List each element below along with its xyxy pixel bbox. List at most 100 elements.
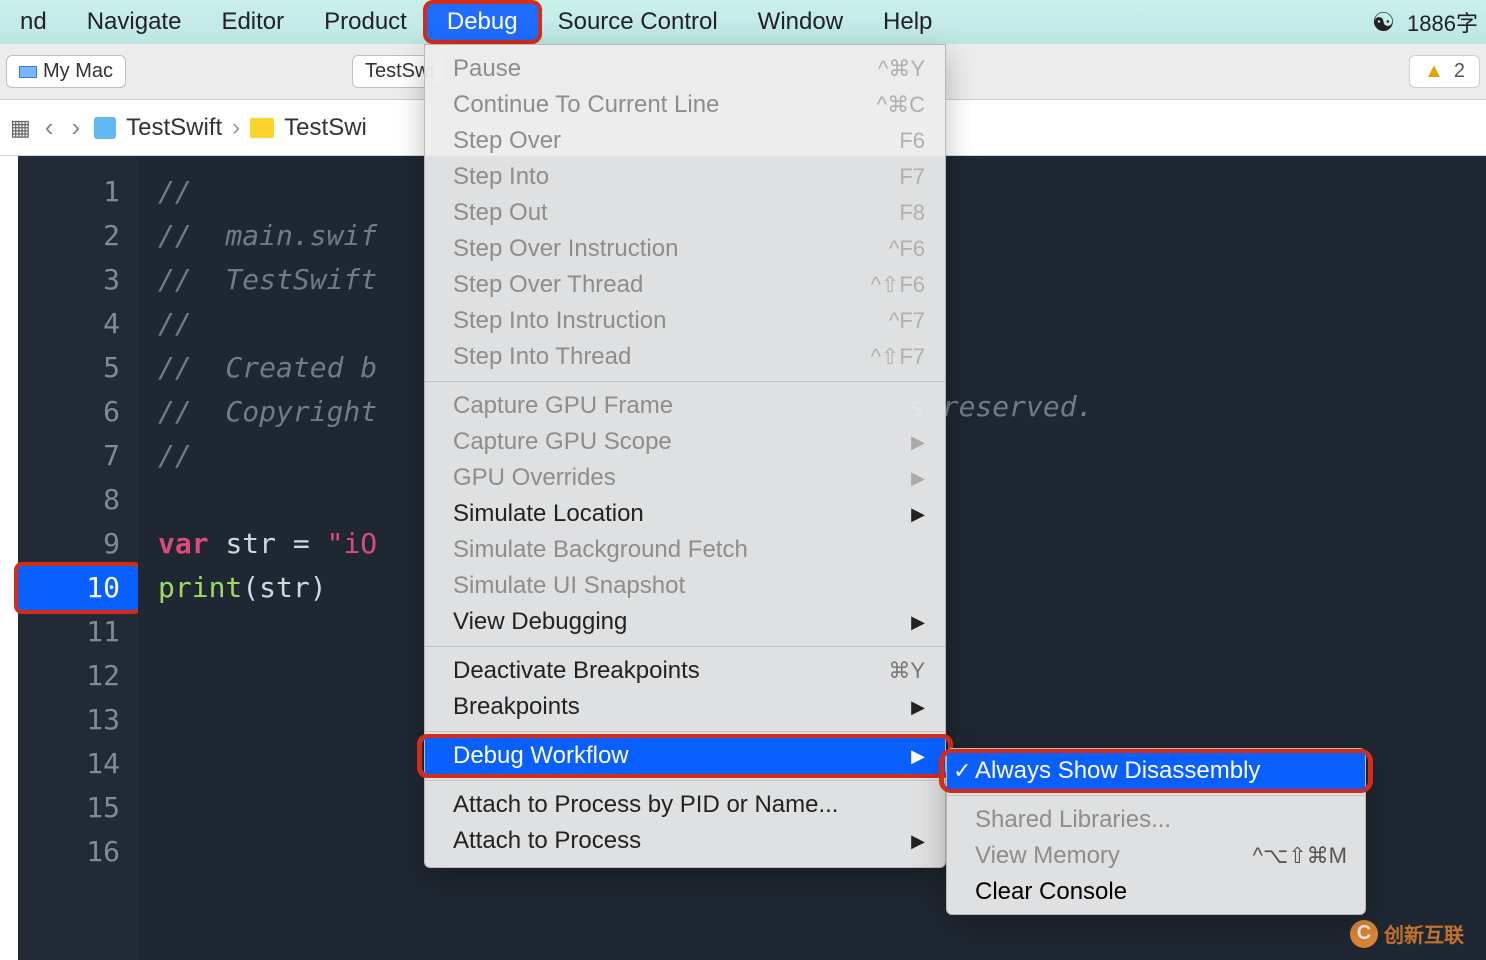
- line-number[interactable]: 11: [18, 610, 138, 654]
- line-number[interactable]: 3: [18, 258, 138, 302]
- check-icon: ✓: [953, 758, 971, 784]
- line-number[interactable]: 5: [18, 346, 138, 390]
- menubar-item-navigate[interactable]: Navigate: [67, 4, 202, 40]
- chevron-right-icon: ›: [232, 114, 240, 142]
- issue-status[interactable]: ▲ 2: [1409, 55, 1480, 88]
- menu-item-label: GPU Overrides: [453, 464, 901, 492]
- line-number[interactable]: 1: [18, 170, 138, 214]
- menu-item-capture-gpu-scope: Capture GPU Scope▶: [425, 424, 945, 460]
- line-number[interactable]: 13: [18, 698, 138, 742]
- menu-item-label: View Debugging: [453, 608, 901, 636]
- menu-shortcut: F8: [899, 200, 925, 226]
- submenu-arrow-icon: ▶: [911, 432, 925, 453]
- menubar: nd Navigate Editor Product Debug Source …: [0, 0, 1486, 44]
- line-number[interactable]: 8: [18, 478, 138, 522]
- scheme-selector[interactable]: My Mac: [6, 55, 126, 88]
- menubar-item-find[interactable]: nd: [0, 4, 67, 40]
- menu-item-label: Step Into: [453, 163, 899, 191]
- warning-icon: ▲: [1424, 60, 1444, 83]
- menu-item-attach-to-process[interactable]: Attach to Process▶: [425, 823, 945, 859]
- menu-item-capture-gpu-frame: Capture GPU Frame: [425, 388, 945, 424]
- menu-item-label: Capture GPU Frame: [453, 392, 925, 420]
- debug-menu-dropdown: Pause^⌘YContinue To Current Line^⌘CStep …: [424, 44, 946, 868]
- menu-shortcut: ^⇧F6: [871, 272, 925, 298]
- menu-item-step-out: Step OutF8: [425, 195, 945, 231]
- line-number[interactable]: 15: [18, 786, 138, 830]
- menu-shortcut: F7: [899, 164, 925, 190]
- menu-item-label: Step Into Instruction: [453, 307, 889, 335]
- menu-item-label: Step Over Thread: [453, 271, 871, 299]
- submenu-item-label: Always Show Disassembly: [975, 757, 1347, 785]
- mac-icon: [19, 66, 37, 78]
- menu-item-label: Step Into Thread: [453, 343, 871, 371]
- menu-item-label: Debug Workflow: [453, 742, 901, 770]
- line-number[interactable]: 12: [18, 654, 138, 698]
- line-number[interactable]: 6: [18, 390, 138, 434]
- menubar-item-debug[interactable]: Debug: [427, 4, 538, 40]
- line-number[interactable]: 7: [18, 434, 138, 478]
- submenu-item-label: Clear Console: [975, 878, 1347, 906]
- related-items-icon[interactable]: ▦: [10, 115, 31, 141]
- menu-item-label: Simulate UI Snapshot: [453, 572, 925, 600]
- line-number[interactable]: 9: [18, 522, 138, 566]
- path-segment-folder[interactable]: TestSwi: [284, 114, 367, 142]
- forward-button[interactable]: ›: [67, 112, 84, 143]
- submenu-arrow-icon: ▶: [911, 697, 925, 718]
- submenu-item-shared-libraries-: Shared Libraries...: [947, 802, 1365, 838]
- submenu-arrow-icon: ▶: [911, 746, 925, 767]
- menu-item-simulate-location[interactable]: Simulate Location ▶: [425, 496, 945, 532]
- menu-item-label: Attach to Process by PID or Name...: [453, 791, 925, 819]
- breakpoint-line-number[interactable]: 10: [18, 566, 138, 610]
- menu-shortcut: ^F7: [889, 308, 925, 334]
- submenu-item-clear-console[interactable]: Clear Console: [947, 874, 1365, 910]
- menu-item-view-debugging[interactable]: View Debugging ▶: [425, 604, 945, 640]
- menubar-item-product[interactable]: Product: [304, 4, 427, 40]
- menu-item-label: Simulate Location: [453, 500, 901, 528]
- submenu-item-always-show-disassembly[interactable]: ✓Always Show Disassembly: [947, 753, 1365, 789]
- menubar-item-editor[interactable]: Editor: [201, 4, 304, 40]
- menubar-item-help[interactable]: Help: [863, 4, 952, 40]
- menu-item-label: Deactivate Breakpoints: [453, 657, 888, 685]
- menu-item-gpu-overrides: GPU Overrides ▶: [425, 460, 945, 496]
- menu-item-label: Step Over Instruction: [453, 235, 889, 263]
- menu-item-deactivate-breakpoints[interactable]: Deactivate Breakpoints⌘Y: [425, 653, 945, 689]
- submenu-arrow-icon: ▶: [911, 504, 925, 525]
- menu-shortcut: ^F6: [889, 236, 925, 262]
- submenu-arrow-icon: ▶: [911, 831, 925, 852]
- submenu-arrow-icon: ▶: [911, 468, 925, 489]
- menu-item-label: Pause: [453, 55, 878, 83]
- debug-workflow-submenu: ✓Always Show Disassembly Shared Libraries…: [946, 748, 1366, 915]
- menubar-item-source-control[interactable]: Source Control: [538, 4, 738, 40]
- menu-item-step-over: Step OverF6: [425, 123, 945, 159]
- line-number[interactable]: 2: [18, 214, 138, 258]
- menubar-item-window[interactable]: Window: [738, 4, 863, 40]
- menu-item-label: Continue To Current Line: [453, 91, 877, 119]
- submenu-arrow-icon: ▶: [911, 612, 925, 633]
- submenu-item-label: View Memory: [975, 842, 1253, 870]
- menu-item-simulate-background-fetch: Simulate Background Fetch: [425, 532, 945, 568]
- menu-item-step-into: Step IntoF7: [425, 159, 945, 195]
- menu-item-attach-to-process-by-pid-or-name-[interactable]: Attach to Process by PID or Name...: [425, 787, 945, 823]
- menu-item-step-over-thread: Step Over Thread^⇧F6: [425, 267, 945, 303]
- menu-shortcut: F6: [899, 128, 925, 154]
- menu-item-simulate-ui-snapshot: Simulate UI Snapshot: [425, 568, 945, 604]
- menu-shortcut: ^⇧F7: [871, 344, 925, 370]
- submenu-item-label: Shared Libraries...: [975, 806, 1347, 834]
- menu-item-label: Step Over: [453, 127, 899, 155]
- menu-item-breakpoints[interactable]: Breakpoints▶: [425, 689, 945, 725]
- character-count: 1886字: [1407, 6, 1478, 38]
- menu-item-debug-workflow[interactable]: Debug Workflow ▶: [425, 738, 945, 774]
- menu-shortcut: ^⌘Y: [878, 56, 925, 82]
- gutter[interactable]: 1 2 3 4 5 6 7 8 9 10 11 12 13 14 15 16: [18, 156, 138, 960]
- line-number[interactable]: 4: [18, 302, 138, 346]
- wechat-icon[interactable]: ☯: [1372, 7, 1395, 38]
- menu-item-continue-to-current-line: Continue To Current Line^⌘C: [425, 87, 945, 123]
- back-button[interactable]: ‹: [41, 112, 58, 143]
- path-segment-project[interactable]: TestSwift: [126, 114, 222, 142]
- menu-item-label: Step Out: [453, 199, 899, 227]
- issue-count: 2: [1454, 60, 1465, 83]
- line-number[interactable]: 14: [18, 742, 138, 786]
- line-number[interactable]: 16: [18, 830, 138, 874]
- menu-item-pause: Pause^⌘Y: [425, 51, 945, 87]
- watermark: C创新互联: [1350, 919, 1464, 948]
